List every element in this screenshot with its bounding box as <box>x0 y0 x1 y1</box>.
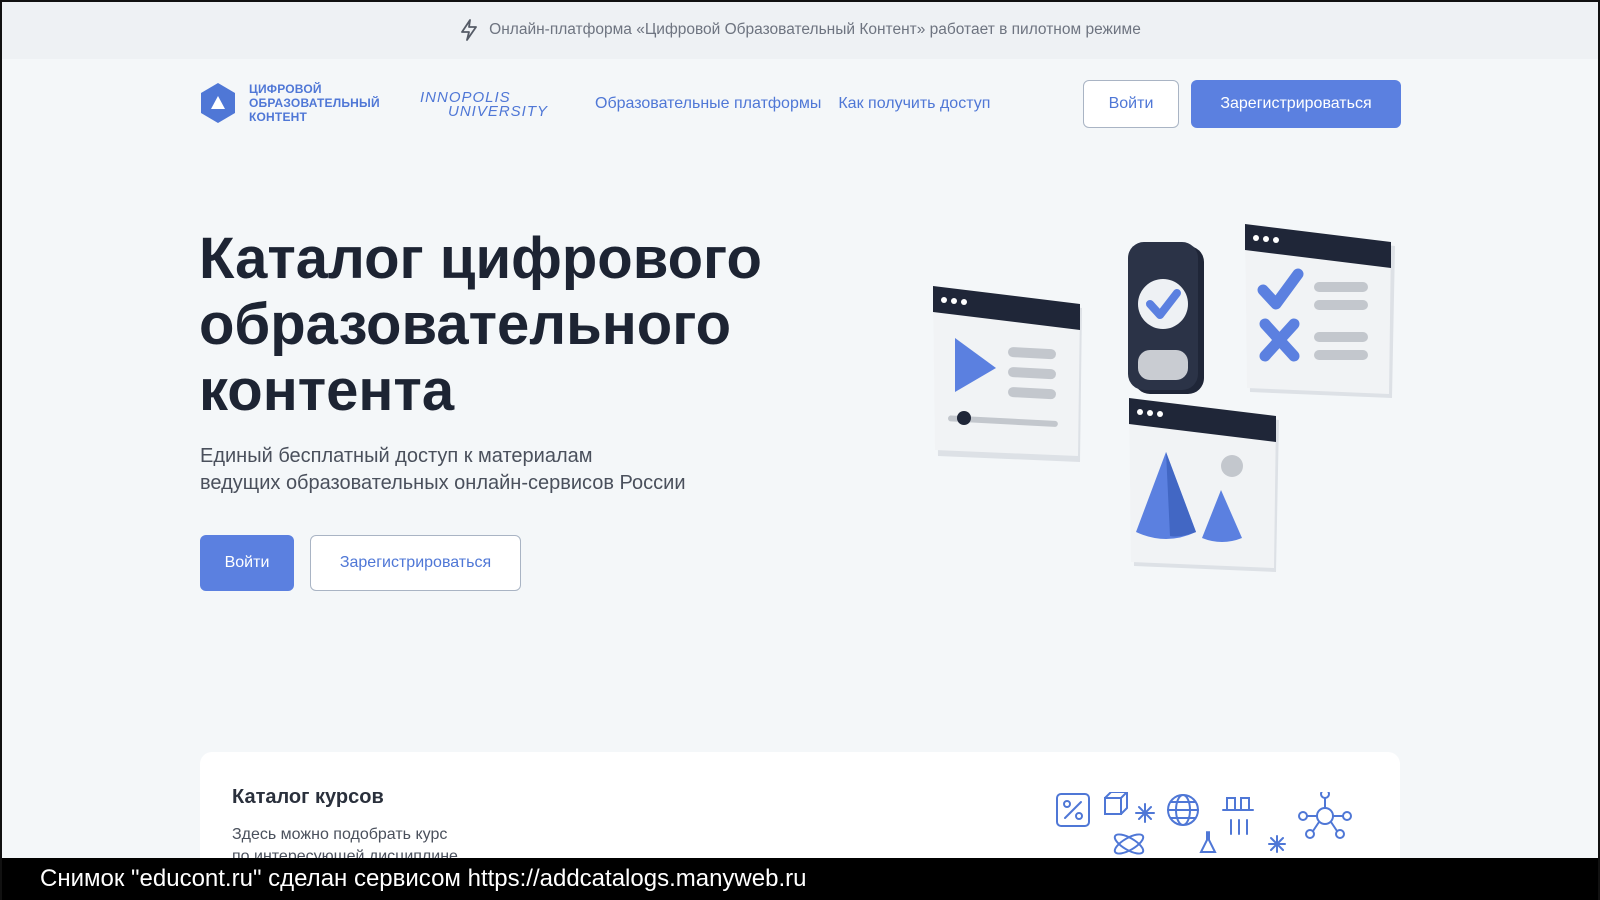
nav-educational-platforms[interactable]: Образовательные платформы <box>595 95 821 113</box>
main-nav: Образовательные платформы Как получить д… <box>595 95 990 113</box>
hero-login-button[interactable]: Войти <box>200 535 294 591</box>
logo-hexagon-icon <box>201 83 235 123</box>
nav-how-to-get-access[interactable]: Как получить доступ <box>838 95 990 113</box>
hero-illustration <box>933 224 1395 572</box>
image-window-icon <box>1129 398 1279 572</box>
hero-subtitle-line: Единый бесплатный доступ к материалам <box>200 445 593 467</box>
sparkle-icon <box>1135 803 1155 823</box>
hero-register-button[interactable]: Зарегистрироваться <box>310 535 521 591</box>
course-catalog-desc-line: Здесь можно подобрать курс <box>232 826 448 843</box>
header-register-button[interactable]: Зарегистрироваться <box>1191 80 1401 128</box>
logo-line: ОБРАЗОВАТЕЛЬНЫЙ <box>249 96 380 110</box>
molecule-icon <box>1298 792 1352 839</box>
hero-subtitle: Единый бесплатный доступ к материалам ве… <box>200 443 760 497</box>
header-login-button[interactable]: Войти <box>1083 80 1179 128</box>
atom-icon <box>1113 833 1145 855</box>
globe-icon <box>1167 794 1199 826</box>
hero-subtitle-line: ведущих образовательных онлайн-сервисов … <box>200 472 686 494</box>
cube-icon <box>1104 792 1128 815</box>
star-icon <box>1268 835 1286 853</box>
screenshot-service-caption: Снимок "educont.ru" сделан сервисом http… <box>0 858 1600 900</box>
site-header: ЦИФРОВОЙ ОБРАЗОВАТЕЛЬНЫЙ КОНТЕНТ INNOPOL… <box>0 59 1600 149</box>
hero-title-line: Каталог цифрового <box>199 226 762 291</box>
svg-text:UNIVERSITY: UNIVERSITY <box>448 103 548 120</box>
flask-icon <box>1199 831 1217 853</box>
site-logo[interactable]: ЦИФРОВОЙ ОБРАЗОВАТЕЛЬНЫЙ КОНТЕНТ <box>199 82 380 124</box>
hero-title: Каталог цифрового образовательного конте… <box>199 226 819 424</box>
logo-line: КОНТЕНТ <box>249 110 308 124</box>
pilot-notice-bar: Онлайн-платформа «Цифровой Образовательн… <box>0 0 1600 59</box>
innopolis-university-logo[interactable]: INNOPOLIS UNIVERSITY <box>418 85 554 121</box>
pilot-notice-text: Онлайн-платформа «Цифровой Образовательн… <box>489 20 1141 38</box>
video-window-icon <box>933 286 1082 462</box>
hero-title-line: образовательного <box>199 292 732 357</box>
columns-icon <box>1222 797 1254 835</box>
percent-icon <box>1056 793 1090 827</box>
logo-text: ЦИФРОВОЙ ОБРАЗОВАТЕЛЬНЫЙ КОНТЕНТ <box>249 82 380 124</box>
logo-line: ЦИФРОВОЙ <box>249 82 322 96</box>
checklist-window-icon <box>1245 224 1395 398</box>
course-catalog-title: Каталог курсов <box>232 786 384 808</box>
lightning-icon <box>461 18 478 41</box>
phone-check-icon <box>1128 242 1204 394</box>
hero-title-line: контента <box>199 358 455 423</box>
